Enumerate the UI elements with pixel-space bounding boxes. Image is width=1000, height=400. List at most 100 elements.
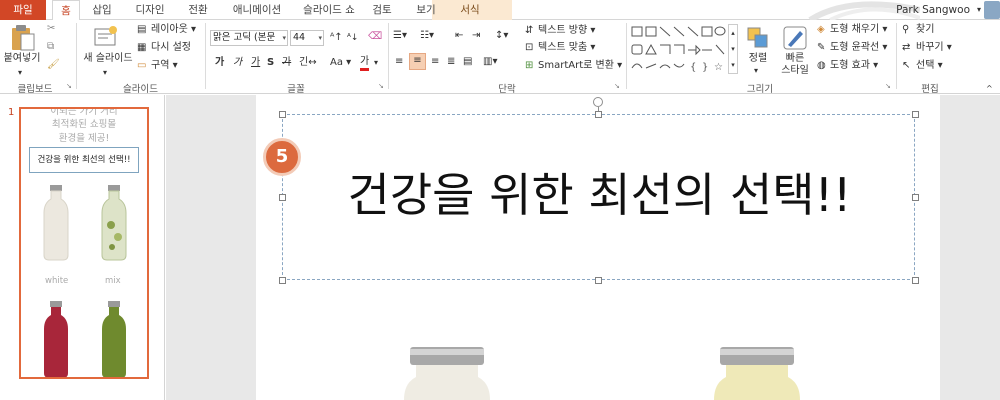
clipboard-launcher-icon[interactable]: ↘ <box>66 82 74 90</box>
avatar[interactable] <box>984 1 1000 19</box>
resize-handle[interactable] <box>279 277 286 284</box>
quick-styles-icon[interactable] <box>782 25 808 51</box>
cut-icon[interactable]: ✂ <box>47 22 55 36</box>
new-slide-chevron-down-icon[interactable]: ▾ <box>103 66 107 80</box>
select-icon[interactable]: ↖ <box>902 59 910 73</box>
line-spacing-icon[interactable]: ↕▾ <box>495 29 508 43</box>
change-case-button[interactable]: Aa ▾ <box>330 56 351 70</box>
italic-icon[interactable]: 가 <box>233 56 242 70</box>
reset-icon[interactable]: ▦ <box>137 41 146 55</box>
section-button[interactable]: 구역 ▾ <box>151 59 178 73</box>
shape-effects-button[interactable]: 도형 효과 ▾ <box>830 59 878 73</box>
layout-button[interactable]: 레이아웃 ▾ <box>151 23 196 37</box>
slide-title[interactable]: 건강을 위한 최선의 선택!! <box>283 165 916 225</box>
decrease-indent-icon[interactable]: ⇤ <box>455 29 463 43</box>
font-color-chevron-down-icon[interactable]: ▾ <box>374 56 378 70</box>
tab-format[interactable]: 서식 <box>454 0 486 20</box>
user-name[interactable]: Park Sangwoo <box>896 0 970 20</box>
thumbnail-title-box: 건강을 위한 최선의 선택!! <box>29 147 139 173</box>
align-left-icon[interactable]: ≡ <box>395 55 403 69</box>
shapes-scroll-icon[interactable]: ▴ ▾ ▾ <box>728 24 738 74</box>
tab-slideshow[interactable]: 슬라이드 쇼 <box>298 0 360 20</box>
replace-icon[interactable]: ⇄ <box>902 41 910 55</box>
shape-outline-button[interactable]: 도형 윤곽선 ▾ <box>830 41 887 55</box>
underline-icon[interactable]: 가 <box>251 56 260 70</box>
resize-handle[interactable] <box>279 111 286 118</box>
strikethrough-icon[interactable]: 가 <box>282 56 291 70</box>
svg-text:{: { <box>690 62 696 73</box>
columns-icon[interactable]: ▥▾ <box>483 55 497 69</box>
copy-icon[interactable]: ⧉ <box>47 40 54 54</box>
grow-font-icon[interactable]: ᴬ↑ <box>330 31 343 45</box>
resize-handle[interactable] <box>279 194 286 201</box>
resize-handle[interactable] <box>912 111 919 118</box>
new-slide-icon[interactable] <box>94 25 118 49</box>
slides-pane[interactable]: 1 이되는 가기 거리 최적화된 쇼핑몰 환경을 제공! 건강을 위한 최선의 … <box>0 95 165 400</box>
layout-icon[interactable]: ▤ <box>137 23 146 37</box>
shape-fill-icon[interactable]: ◈ <box>817 23 825 37</box>
slide-thumbnail[interactable]: 이되는 가기 거리 최적화된 쇼핑몰 환경을 제공! 건강을 위한 최선의 선택… <box>19 107 149 379</box>
paste-icon[interactable] <box>10 24 36 52</box>
shapes-gallery[interactable]: { } ☆ <box>630 24 726 76</box>
bullets-icon[interactable]: ☰▾ <box>393 29 407 43</box>
select-button[interactable]: 선택 ▾ <box>916 59 943 73</box>
align-right-icon[interactable]: ≡ <box>431 55 439 69</box>
tab-insert[interactable]: 삽입 <box>86 0 118 20</box>
replace-button[interactable]: 바꾸기 ▾ <box>916 41 952 55</box>
smartart-icon[interactable]: ⊞ <box>525 59 533 73</box>
font-color-icon[interactable]: 가 <box>360 56 370 71</box>
tab-review[interactable]: 검토 <box>366 0 398 20</box>
text-shadow-icon[interactable]: S <box>267 56 274 70</box>
paragraph-launcher-icon[interactable]: ↘ <box>614 82 622 90</box>
arrange-icon[interactable] <box>746 26 770 50</box>
new-slide-button[interactable]: 새 슬라이드 <box>80 53 136 65</box>
tab-animations[interactable]: 애니메이션 <box>224 0 290 20</box>
align-text-icon[interactable]: ⊡ <box>525 41 533 55</box>
bold-icon[interactable]: 가 <box>215 56 224 70</box>
align-text-button[interactable]: 텍스트 맞춤 ▾ <box>538 41 595 55</box>
font-size-combo[interactable]: 44 ▾ <box>290 30 324 46</box>
rotate-handle-icon[interactable] <box>593 97 603 107</box>
resize-handle[interactable] <box>595 277 602 284</box>
tab-design[interactable]: 디자인 <box>130 0 170 20</box>
resize-handle[interactable] <box>595 111 602 118</box>
format-painter-icon[interactable]: 🖌 <box>47 58 60 72</box>
font-name-combo[interactable]: 맑은 고딕 (본문 ▾ <box>210 30 288 46</box>
resize-handle[interactable] <box>912 194 919 201</box>
tab-view[interactable]: 보기 <box>410 0 442 20</box>
find-button[interactable]: 찾기 <box>916 23 934 37</box>
smartart-button[interactable]: SmartArt로 변환 ▾ <box>538 59 622 73</box>
shape-fill-button[interactable]: 도형 채우기 ▾ <box>830 23 887 37</box>
shape-effects-icon[interactable]: ◍ <box>817 59 826 73</box>
paste-chevron-down-icon[interactable]: ▾ <box>18 66 22 80</box>
resize-handle[interactable] <box>912 277 919 284</box>
clear-format-icon[interactable]: ⌫ <box>368 30 382 44</box>
quick-styles-button[interactable]: 빠른 스타일 <box>776 53 814 77</box>
user-menu-chevron-icon[interactable]: ▾ <box>977 0 981 20</box>
justify-icon[interactable]: ≣ <box>447 55 455 69</box>
arrange-chevron-down-icon[interactable]: ▾ <box>754 64 758 78</box>
shrink-font-icon[interactable]: ᴬ↓ <box>347 31 358 45</box>
align-text-label: 텍스트 맞춤 <box>538 42 588 53</box>
paste-button[interactable]: 붙여넣기 <box>0 53 44 65</box>
title-textbox[interactable]: 건강을 위한 최선의 선택!! <box>282 114 915 280</box>
numbering-icon[interactable]: ☷▾ <box>420 29 434 43</box>
find-icon[interactable]: ⚲ <box>902 23 909 37</box>
replace-label: 바꾸기 <box>916 42 944 53</box>
increase-indent-icon[interactable]: ⇥ <box>472 29 480 43</box>
text-direction-button[interactable]: 텍스트 방향 ▾ <box>538 24 595 38</box>
shape-outline-icon[interactable]: ✎ <box>817 41 825 55</box>
tab-file[interactable]: 파일 <box>0 0 46 20</box>
drawing-launcher-icon[interactable]: ↘ <box>885 82 893 90</box>
distribute-icon[interactable]: ▤ <box>463 55 472 69</box>
text-direction-icon[interactable]: ⇵ <box>525 24 533 38</box>
chevron-down-icon: ▾ <box>318 34 322 42</box>
align-center-icon[interactable]: ≡ <box>409 53 426 70</box>
character-spacing-icon[interactable]: 긴↔ <box>299 56 317 70</box>
tab-transitions[interactable]: 전환 <box>182 0 214 20</box>
tab-home[interactable]: 홈 <box>52 0 80 21</box>
reset-button[interactable]: 다시 설정 <box>151 41 191 55</box>
section-icon[interactable]: ▭ <box>137 59 146 73</box>
collapse-ribbon-icon[interactable]: ^ <box>986 82 993 96</box>
font-launcher-icon[interactable]: ↘ <box>378 82 386 90</box>
